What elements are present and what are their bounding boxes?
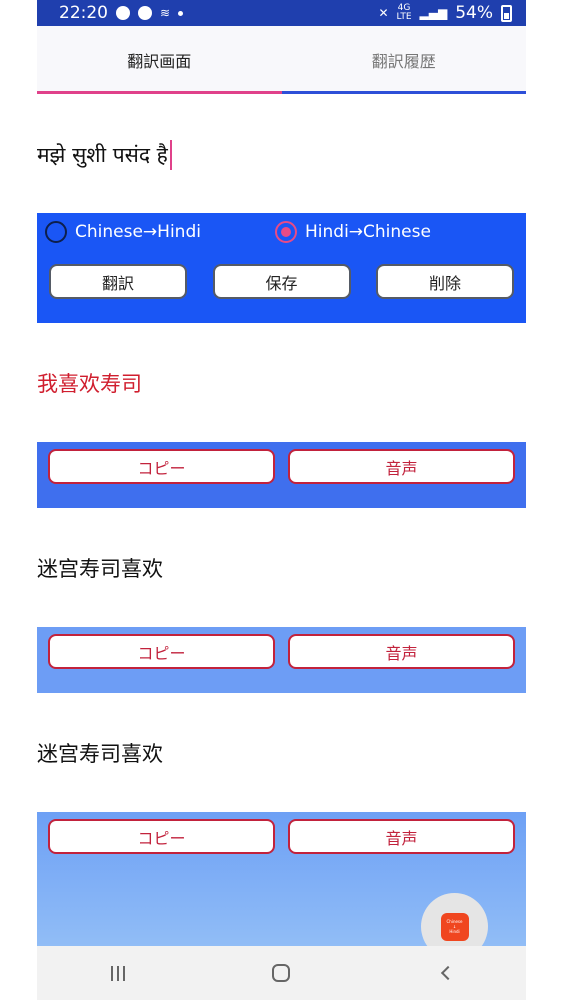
radio-checked-icon	[275, 221, 297, 243]
result-2-button-row: コピー 音声	[48, 634, 515, 669]
radio-unchecked-icon	[45, 221, 67, 243]
battery-percent: 54%	[455, 3, 493, 23]
system-nav-bar	[37, 946, 526, 1000]
voice-button-2[interactable]: 音声	[288, 634, 515, 669]
tab-bar: 翻訳画面 翻訳履歴	[37, 26, 526, 94]
result-3-button-row: コピー 音声	[48, 819, 515, 854]
messenger-icon	[116, 6, 130, 20]
mute-icon: ✕	[378, 6, 389, 20]
home-icon[interactable]	[271, 964, 290, 982]
direction-radio-group: Chinese→Hindi Hindi→Chinese	[45, 221, 518, 247]
tab-history-label: 翻訳履歴	[371, 52, 436, 71]
battery-icon	[501, 4, 512, 22]
copy-button-1[interactable]: コピー	[48, 449, 275, 484]
status-time: 22:20	[59, 3, 108, 23]
voice-button-1[interactable]: 音声	[288, 449, 515, 484]
status-bar: 22:20 ≋ ✕ 4G LTE ▂▄▆ 54%	[37, 0, 526, 26]
app-logo-icon: Chinese ↓ Hindi	[440, 912, 469, 941]
result-2-button-panel: コピー 音声	[37, 627, 526, 693]
source-text: मझे सुशी पसंद है	[37, 143, 168, 167]
fab-line-3: Hindi	[449, 929, 460, 934]
save-button[interactable]: 保存	[212, 264, 351, 299]
tab-translate[interactable]: 翻訳画面	[37, 26, 282, 94]
delete-button[interactable]: 削除	[376, 264, 514, 299]
cell-signal-icon: ▂▄▆	[419, 6, 448, 20]
result-text-1: 我喜欢寿司	[37, 372, 142, 396]
back-icon[interactable]	[440, 965, 455, 981]
status-right: ✕ 4G LTE ▂▄▆ 54%	[378, 3, 512, 23]
control-panel: Chinese→Hindi Hindi→Chinese 翻訳 保存 削除	[37, 213, 526, 323]
radio-hindi-to-chinese[interactable]: Hindi→Chinese	[275, 221, 431, 243]
network-type: 4G LTE	[397, 4, 412, 22]
recent-apps-icon[interactable]	[110, 965, 125, 981]
action-button-row: 翻訳 保存 削除	[49, 264, 514, 299]
text-caret	[169, 140, 172, 170]
more-notifications-icon	[178, 10, 184, 16]
result-1-button-row: コピー 音声	[48, 449, 515, 484]
network-bottom: LTE	[396, 12, 412, 22]
status-left: 22:20 ≋	[59, 3, 184, 23]
chrome-icon	[138, 6, 152, 20]
copy-button-2[interactable]: コピー	[48, 634, 275, 669]
source-text-input[interactable]: मझे सुशी पसंद है	[37, 140, 172, 170]
tab-translate-label: 翻訳画面	[127, 52, 192, 71]
translate-button[interactable]: 翻訳	[49, 264, 187, 299]
radio-chinese-to-hindi[interactable]: Chinese→Hindi	[45, 221, 201, 243]
active-tab-indicator	[37, 91, 282, 94]
voice-button-3[interactable]: 音声	[288, 819, 515, 854]
radio-chinese-to-hindi-label: Chinese→Hindi	[75, 222, 201, 242]
result-1-button-panel: コピー 音声	[37, 442, 526, 508]
result-text-3: 迷宫寿司喜欢	[37, 742, 163, 766]
result-text-2: 迷宫寿司喜欢	[37, 557, 163, 581]
copy-button-3[interactable]: コピー	[48, 819, 275, 854]
radio-hindi-to-chinese-label: Hindi→Chinese	[305, 222, 431, 242]
tab-history[interactable]: 翻訳履歴	[282, 26, 527, 94]
signal-cast-icon: ≋	[160, 6, 171, 20]
